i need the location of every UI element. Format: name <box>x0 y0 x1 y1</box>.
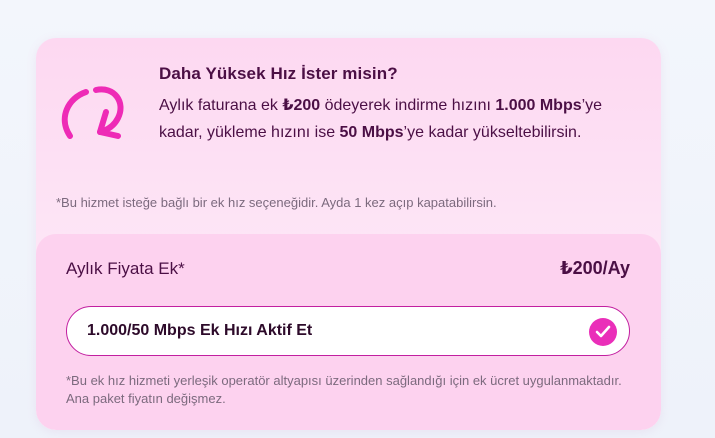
page: Daha Yüksek Hız İster misin? Aylık fatur… <box>0 0 715 438</box>
offer-note: *Bu hizmet isteğe bağlı bir ek hız seçen… <box>56 195 497 210</box>
speed-upgrade-card: Daha Yüksek Hız İster misin? Aylık fatur… <box>36 38 661 430</box>
toggle-label: 1.000/50 Mbps Ek Hızı Aktif Et <box>87 322 313 339</box>
desc-download-speed: 1.000 Mbps <box>495 97 582 114</box>
offer-section: Daha Yüksek Hız İster misin? Aylık fatur… <box>36 38 661 236</box>
pricing-section: Aylık Fiyata Ek* ₺200/Ay 1.000/50 Mbps E… <box>36 234 661 430</box>
footnote: *Bu ek hız hizmeti yerleşik operatör alt… <box>66 373 622 406</box>
price-label: Aylık Fiyata Ek* <box>66 259 185 278</box>
desc-price: ₺200 <box>282 97 321 114</box>
desc-part1: Aylık faturana ek <box>159 97 283 114</box>
offer-title: Daha Yüksek Hız İster misin? <box>159 64 398 83</box>
desc-upload-speed: 50 Mbps <box>339 124 404 141</box>
offer-description: Aylık faturana ek ₺200 ödeyerek indirme … <box>159 92 629 146</box>
speed-upgrade-toggle[interactable]: 1.000/50 Mbps Ek Hızı Aktif Et <box>66 306 630 356</box>
desc-part4: ’ye kadar yükseltebilirsin. <box>403 124 582 141</box>
checkmark-icon[interactable] <box>589 318 617 346</box>
desc-part2: ödeyerek indirme hızını <box>320 97 496 114</box>
speed-arrow-icon <box>54 78 130 154</box>
price-value: ₺200/Ay <box>560 258 630 278</box>
